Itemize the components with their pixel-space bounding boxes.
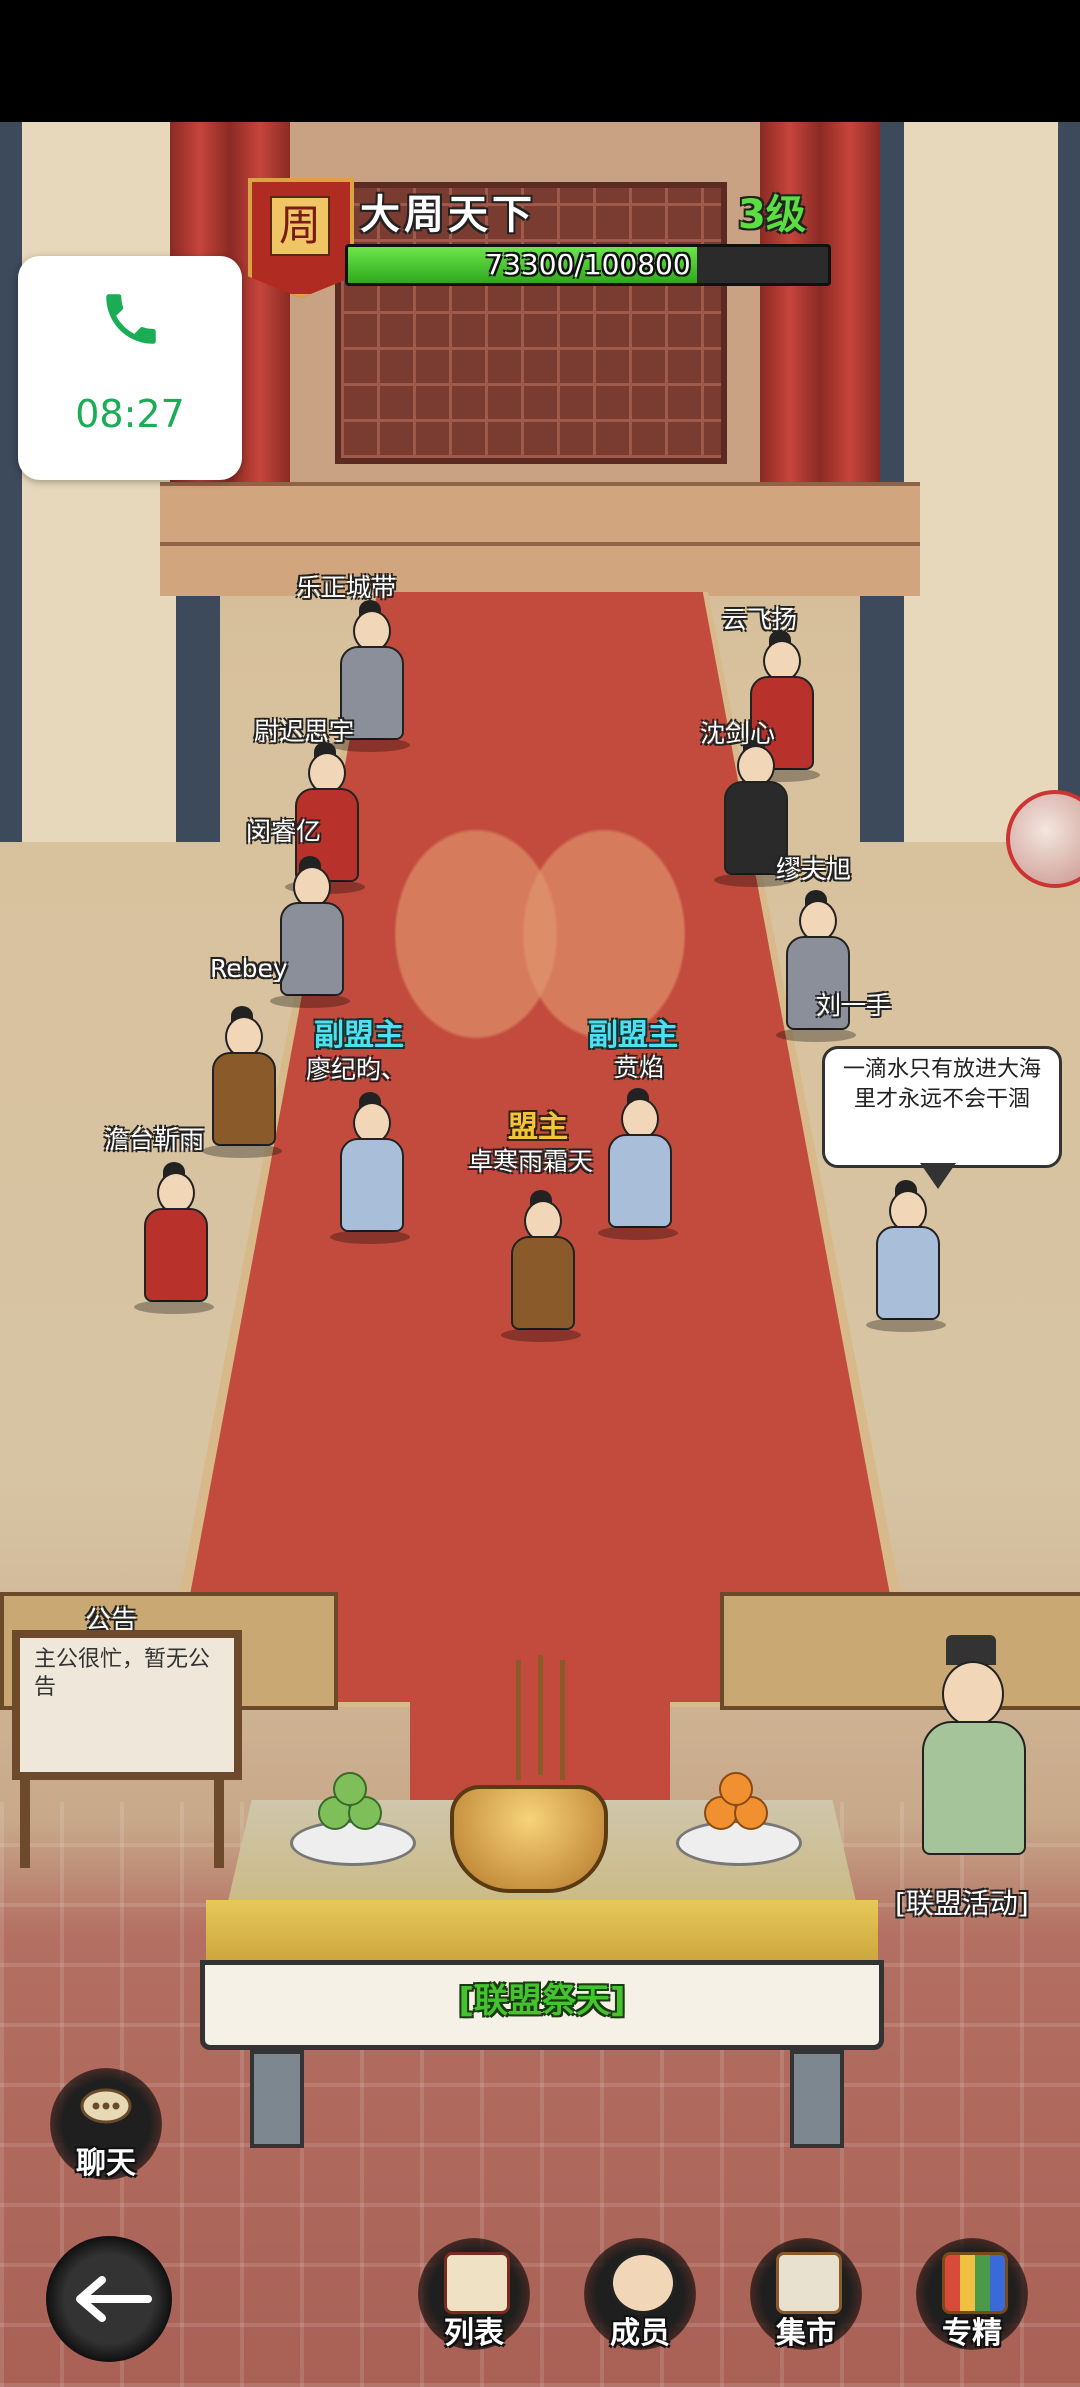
call-floating-widget[interactable]: 08:27 — [18, 256, 242, 480]
list-scroll-icon — [444, 2252, 510, 2314]
incense-stick — [560, 1660, 565, 1780]
member-character[interactable] — [134, 1162, 214, 1314]
fruit-plate — [290, 1820, 416, 1866]
vice-leader-name: 廖纪昀、 — [306, 1055, 407, 1084]
nav-members-label: 成员 — [610, 2316, 670, 2351]
chat-bubble-icon — [80, 2088, 132, 2128]
leader-name: 卓寒雨霜天 — [468, 1147, 594, 1176]
members-icon — [610, 2252, 676, 2314]
altar-leg — [790, 2050, 844, 2148]
member-name: Rebey — [210, 954, 288, 983]
incense-stick — [538, 1655, 543, 1775]
nav-members-button[interactable]: 成员 — [584, 2238, 696, 2351]
exp-progress-bar: 73300/100800 — [345, 244, 831, 286]
market-icon — [776, 2252, 842, 2314]
fruit-plate — [676, 1820, 802, 1866]
leader-role: 盟主 — [508, 1110, 568, 1145]
incense-stick — [516, 1660, 521, 1780]
incense-burner[interactable] — [450, 1785, 608, 1893]
member-character[interactable] — [270, 856, 350, 1008]
member-name: 澹台靳雨 — [104, 1125, 205, 1154]
chat-label: 聊天 — [76, 2146, 136, 2181]
notice-board-leg — [214, 1778, 224, 1868]
npc-robe — [922, 1721, 1026, 1855]
alliance-emblem-char: 周 — [270, 196, 330, 256]
leader-character[interactable] — [496, 1190, 586, 1360]
nav-specialty-label: 专精 — [942, 2316, 1002, 2351]
notice-board-leg — [20, 1778, 30, 1868]
notice-board[interactable]: 主公很忙，暂无公告 — [12, 1630, 242, 1780]
vice-leader-name: 贲焰 — [614, 1053, 665, 1082]
nav-market-label: 集市 — [776, 2316, 836, 2351]
orange-fruit — [719, 1772, 753, 1806]
altar-sacrifice-button[interactable]: [联盟祭天] — [200, 1960, 884, 2050]
member-name: 刘一手 — [816, 991, 892, 1020]
member-character[interactable] — [866, 1180, 946, 1332]
nav-specialty-button[interactable]: 专精 — [916, 2238, 1028, 2351]
nav-list-label: 列表 — [444, 2316, 504, 2351]
status-bar-area — [0, 0, 1080, 122]
speech-bubble: 一滴水只有放进大海里才永远不会干涸 — [822, 1046, 1062, 1168]
member-name: 云飞扬 — [722, 605, 798, 634]
speech-bubble-tail — [920, 1163, 956, 1189]
vice-leader-role: 副盟主 — [314, 1018, 404, 1053]
middle-step — [160, 542, 920, 596]
alliance-banner[interactable]: 周 — [248, 178, 354, 298]
member-character[interactable] — [202, 1006, 282, 1158]
nav-market-button[interactable]: 集市 — [750, 2238, 862, 2351]
specialty-board-icon — [942, 2252, 1008, 2314]
member-name: 沈剑心 — [700, 719, 776, 748]
vice-leader-character[interactable] — [330, 1092, 410, 1244]
altar-label: [联盟祭天] — [458, 1981, 626, 2021]
vice-leader-character[interactable] — [598, 1088, 678, 1240]
altar-leg — [250, 2050, 304, 2148]
alliance-name: 大周天下 — [360, 192, 536, 238]
green-fruit — [333, 1772, 367, 1806]
alliance-activity-npc[interactable] — [912, 1635, 1032, 1865]
back-button[interactable] — [46, 2236, 172, 2362]
member-name: 缪夫旭 — [776, 855, 852, 884]
npc-head — [942, 1661, 1004, 1727]
phone-icon — [98, 286, 164, 352]
member-name: 闵睿亿 — [246, 817, 322, 846]
upper-step — [160, 482, 920, 546]
back-arrow-icon — [68, 2272, 152, 2330]
notice-text: 主公很忙，暂无公告 — [34, 1647, 211, 1700]
chat-button[interactable]: 聊天 — [50, 2068, 162, 2181]
call-duration: 08:27 — [75, 392, 185, 436]
member-name: 尉迟思宇 — [254, 717, 355, 746]
member-name: 乐正城带 — [296, 573, 397, 602]
alliance-level: 3级 — [738, 192, 806, 238]
alliance-activity-label[interactable]: [联盟活动] — [895, 1882, 1029, 1922]
right-curtain — [760, 122, 880, 502]
nav-list-button[interactable]: 列表 — [418, 2238, 530, 2351]
exp-progress-text: 73300/100800 — [485, 248, 691, 281]
